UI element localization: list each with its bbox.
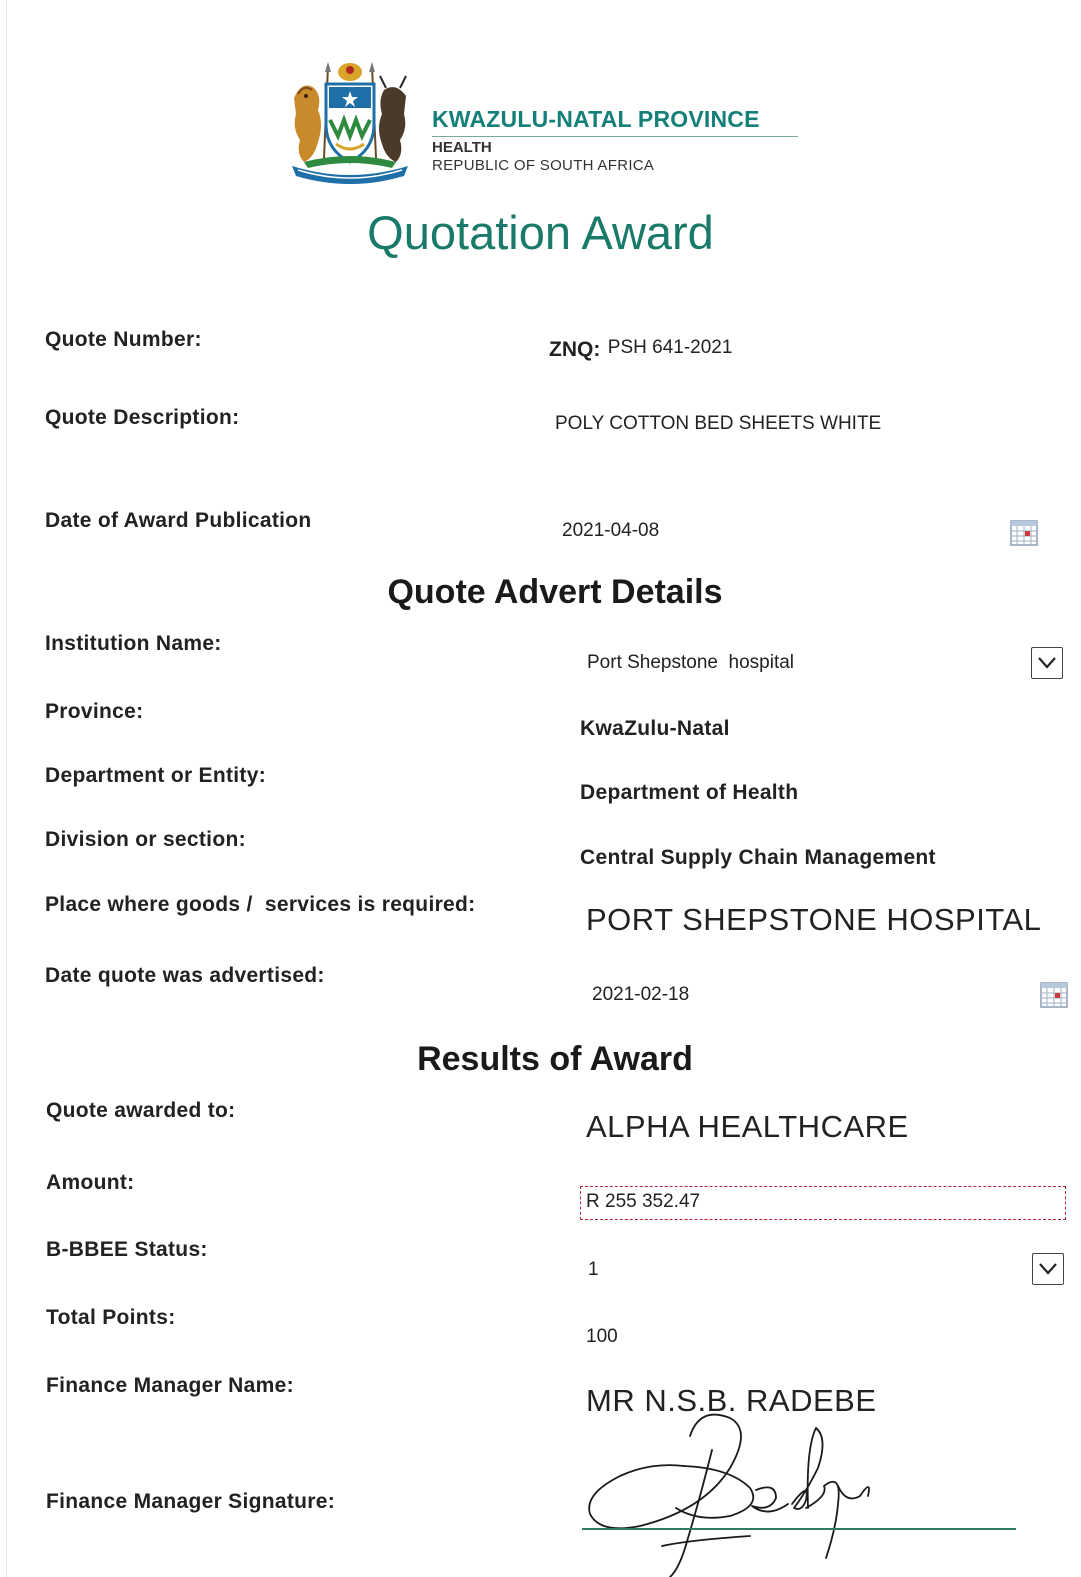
total-points-label: Total Points:	[46, 1306, 176, 1329]
institution-dropdown-button[interactable]	[1031, 647, 1063, 679]
org-name: KWAZULU-NATAL PROVINCE	[432, 106, 760, 132]
amount-label: Amount:	[46, 1171, 135, 1194]
signature-line	[582, 1528, 1016, 1530]
kzn-coat-of-arms-icon	[292, 62, 408, 184]
quote-number-label: Quote Number:	[45, 328, 202, 351]
advertised-date-label: Date quote was advertised:	[45, 964, 325, 987]
amount-value: R 255 352.47	[586, 1191, 701, 1212]
quote-number-value: PSH 641-2021	[607, 337, 733, 358]
calendar-icon[interactable]	[1040, 982, 1068, 1008]
total-points-value[interactable]: 100	[586, 1326, 618, 1348]
page-title: Quotation Award	[367, 206, 714, 259]
finance-manager-label: Finance Manager Name:	[46, 1374, 294, 1397]
header-logo-block: KWAZULU-NATAL PROVINCE HEALTH REPUBLIC O…	[284, 58, 814, 190]
quote-number-prefix: ZNQ:	[549, 338, 601, 361]
org-country: REPUBLIC OF SOUTH AFRICA	[432, 157, 655, 174]
section-heading-advert: Quote Advert Details	[387, 573, 723, 611]
publication-date-label: Date of Award Publication	[45, 509, 312, 532]
department-value: Department of Health	[580, 781, 799, 804]
awarded-to-label: Quote awarded to:	[46, 1099, 236, 1122]
quote-description-value[interactable]: POLY COTTON BED SHEETS WHITE	[555, 413, 881, 435]
org-divider	[432, 136, 798, 137]
bbbee-dropdown-button[interactable]	[1032, 1253, 1064, 1285]
awarded-to-value[interactable]: ALPHA HEALTHCARE	[586, 1109, 909, 1145]
province-label: Province:	[45, 700, 144, 723]
chevron-down-icon	[1039, 1263, 1057, 1275]
chevron-down-icon	[1038, 657, 1056, 669]
place-value[interactable]: PORT SHEPSTONE HOSPITAL	[586, 902, 1041, 938]
quote-number-field[interactable]: ZNQ: PSH 641-2021	[549, 337, 733, 362]
signature-label: Finance Manager Signature:	[46, 1490, 336, 1513]
bbbee-label: B-BBEE Status:	[46, 1238, 208, 1261]
handwritten-signature	[588, 1413, 870, 1577]
division-value: Central Supply Chain Management	[580, 846, 936, 869]
bbbee-value[interactable]: 1	[588, 1259, 599, 1281]
institution-label: Institution Name:	[45, 632, 222, 655]
place-label: Place where goods / services is required…	[45, 893, 476, 916]
publication-date-value[interactable]: 2021-04-08	[562, 520, 659, 542]
section-heading-results: Results of Award	[417, 1040, 693, 1078]
calendar-icon[interactable]	[1010, 520, 1038, 546]
division-label: Division or section:	[45, 828, 246, 851]
department-label: Department or Entity:	[45, 764, 266, 787]
quote-description-label: Quote Description:	[45, 406, 240, 429]
amount-field[interactable]: R 255 352.47	[580, 1186, 1066, 1220]
province-value: KwaZulu-Natal	[580, 717, 730, 740]
advertised-date-value[interactable]: 2021-02-18	[592, 984, 689, 1006]
org-department: HEALTH	[432, 139, 492, 156]
institution-value[interactable]: Port Shepstone hospital	[587, 652, 794, 674]
